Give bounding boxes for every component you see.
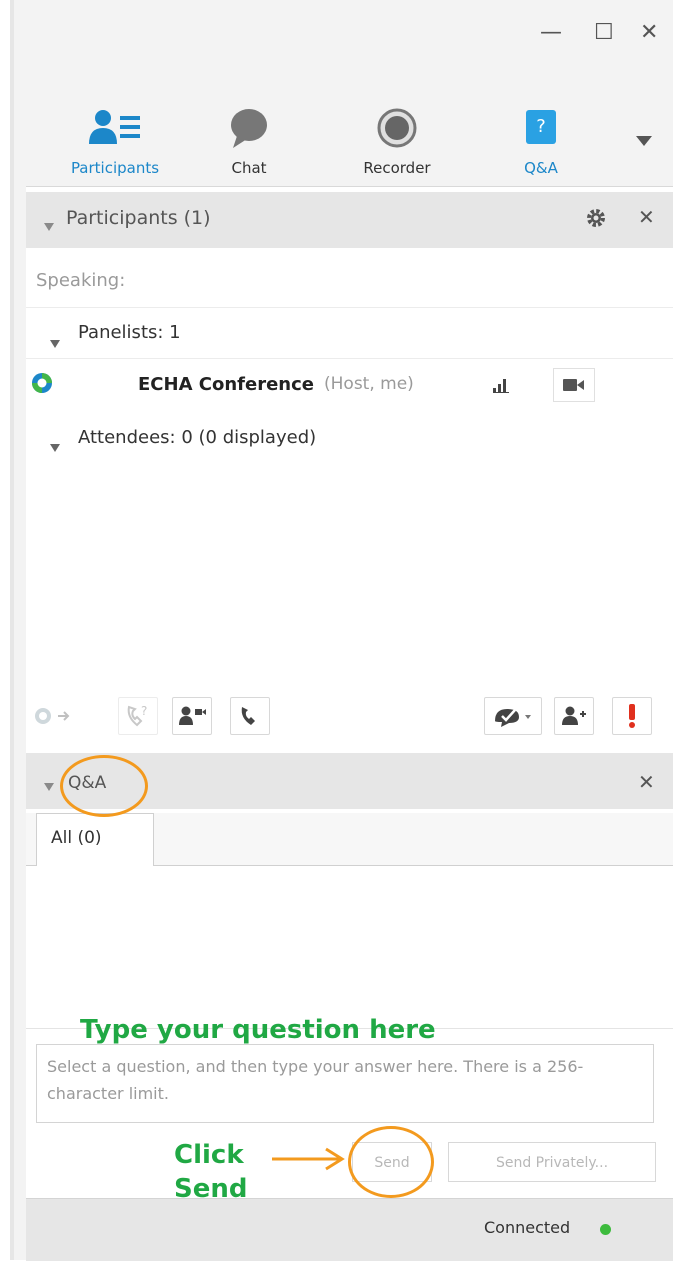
phone-question-icon: ? [127, 704, 147, 727]
panelist-row[interactable]: ECHA Conference (Host, me) [26, 362, 673, 418]
assign-presenter-button[interactable] [34, 697, 106, 733]
close-window-button[interactable]: ✕ [640, 20, 658, 45]
close-qa-icon[interactable]: ✕ [638, 770, 655, 794]
mute-phone-button[interactable]: ? [118, 697, 158, 735]
attendees-label: Attendees: 0 (0 displayed) [78, 427, 317, 448]
connection-status-text: Connected [484, 1218, 571, 1237]
participants-panel-title: Participants (1) [66, 207, 211, 229]
annotation-type-question: Type your question here [80, 1015, 436, 1045]
video-camera-button[interactable] [553, 368, 595, 402]
toolbar-qa-label: Q&A [524, 159, 558, 177]
chevron-down-icon [636, 136, 652, 146]
call-button[interactable] [230, 697, 270, 735]
tab-all[interactable]: All (0) [36, 813, 154, 866]
add-user-icon [562, 706, 586, 725]
chat-icon [231, 109, 267, 148]
feedback-emoticon-icon [495, 709, 531, 727]
annotation-click-line1: Click [174, 1140, 244, 1170]
window-border-inner [14, 0, 26, 1260]
user-video-icon [179, 706, 206, 725]
collapse-panelists-icon[interactable] [50, 333, 60, 352]
qa-answer-input[interactable]: Select a question, and then type your an… [36, 1044, 654, 1123]
annotation-click-line2: Send [174, 1174, 248, 1204]
video-user-button[interactable] [172, 697, 212, 735]
panelist-name: ECHA Conference [138, 374, 314, 395]
phone-icon [241, 707, 255, 725]
signal-strength-icon [493, 379, 509, 393]
presenter-ball-icon [35, 708, 70, 724]
toolbar-overflow-button[interactable] [636, 136, 656, 152]
divider [26, 307, 673, 308]
recorder-icon [377, 108, 417, 148]
toolbar-recorder-label: Recorder [363, 159, 431, 177]
tab-all-label: All (0) [51, 828, 102, 848]
connection-status-indicator [600, 1224, 611, 1235]
emoticon-button[interactable] [484, 697, 542, 735]
exclamation-icon [629, 704, 635, 728]
send-highlight-circle [348, 1126, 434, 1198]
webex-panel-window: — ☐ ✕ Participants Chat Recorder ? Q&A P… [0, 0, 673, 1261]
annotation-arrow-icon [272, 1147, 345, 1171]
expel-alert-button[interactable] [612, 697, 652, 735]
qa-highlight-circle [60, 755, 148, 817]
toolbar-chat-label: Chat [231, 159, 267, 177]
add-participant-button[interactable] [554, 697, 594, 735]
panelists-label: Panelists: 1 [78, 322, 181, 343]
participants-icon [89, 110, 140, 144]
maximize-button[interactable]: ☐ [594, 20, 614, 45]
send-privately-button[interactable]: Send Privately... [448, 1142, 656, 1182]
collapse-participants-icon[interactable] [44, 216, 54, 235]
qa-icon: ? [526, 110, 556, 144]
minimize-button[interactable]: — [540, 20, 562, 45]
status-bar [26, 1198, 673, 1261]
svg-text:?: ? [141, 704, 147, 718]
close-participants-icon[interactable]: ✕ [638, 205, 655, 229]
toolbar-participants-label: Participants [70, 159, 160, 177]
collapse-attendees-icon[interactable] [50, 437, 60, 456]
video-camera-icon [563, 379, 584, 391]
collapse-qa-icon[interactable] [44, 776, 54, 795]
webex-status-icon [32, 373, 52, 393]
divider [26, 358, 673, 359]
gear-icon[interactable] [584, 206, 608, 230]
speaking-label: Speaking: [36, 270, 126, 291]
panelist-role: (Host, me) [324, 374, 414, 394]
